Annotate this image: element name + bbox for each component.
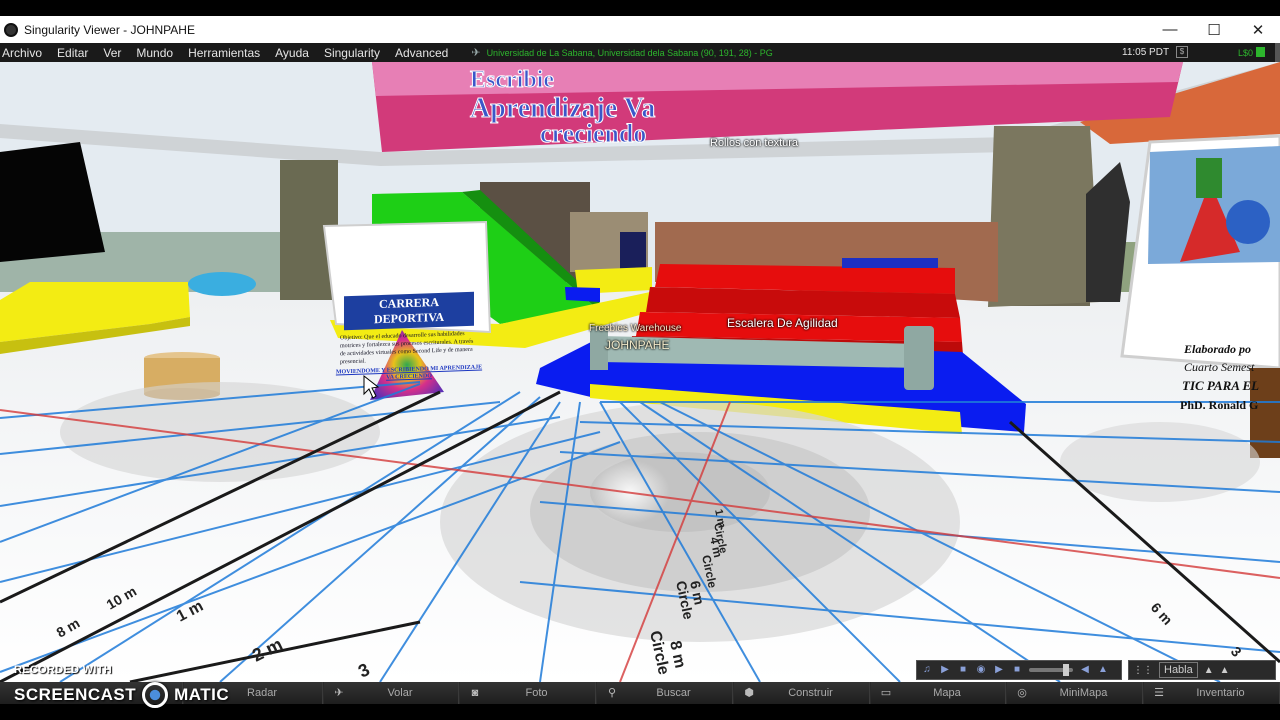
singularity-viewer-window: Singularity Viewer - JOHNPAHE — ☐ ✕ Arch… xyxy=(0,0,1280,720)
menu-singularity[interactable]: Singularity xyxy=(322,46,389,60)
menu-editar[interactable]: Editar xyxy=(55,46,97,60)
voice-controls: ⋮⋮ Habla ▲ ▲ xyxy=(1128,660,1276,680)
sign-elaborado[interactable]: Elaborado po Cuarto Semest TIC PARA EL P… xyxy=(1124,202,1280,424)
sign-right-line-2: Cuarto Semest xyxy=(1184,360,1255,374)
screencast-watermark: RECORDED WITH SCREENCAST MATIC xyxy=(14,660,229,708)
minimap-icon: ◎ xyxy=(1017,687,1027,699)
metal-roller-end xyxy=(904,326,934,390)
label-escalera-de-agilidad[interactable]: Escalera De Agilidad xyxy=(727,316,838,330)
scroll-edge xyxy=(1275,43,1280,62)
scene-drawing: Escribie Aprendizaje Va creciendo 1 m Ci… xyxy=(0,62,1280,682)
fountain xyxy=(188,272,256,296)
build-button[interactable]: ⬢ Construir xyxy=(733,682,870,704)
volume-slider-knob[interactable] xyxy=(1063,664,1069,676)
window-controls: — ☐ ✕ xyxy=(1148,16,1280,43)
play-icon[interactable]: ▶ xyxy=(939,664,951,676)
label-freebies-warehouse[interactable]: Freebies Warehouse xyxy=(589,323,681,334)
menu-bar: Archivo Editar Ver Mundo Herramientas Ay… xyxy=(0,43,1280,62)
music-icon[interactable]: ♫ xyxy=(921,664,933,676)
singularity-app-icon xyxy=(4,22,18,37)
top-letterbox xyxy=(0,0,1280,16)
sign-left-title: CARRERA DEPORTIVA xyxy=(344,291,474,331)
location-text[interactable]: Universidad de La Sabana, Universidad de… xyxy=(487,48,773,58)
expand-up-icon[interactable]: ▲ xyxy=(1097,664,1109,676)
menu-herramientas[interactable]: Herramientas xyxy=(186,46,269,60)
volume-icon[interactable]: ◀ xyxy=(1079,664,1091,676)
fly-button[interactable]: ✈ Volar xyxy=(323,682,459,704)
label-rollos-con-textura[interactable]: Rollos con textura xyxy=(710,137,798,149)
menu-ayuda[interactable]: Ayuda xyxy=(273,46,318,60)
balance[interactable]: L$0 xyxy=(1238,48,1253,58)
search-icon: ⚲ xyxy=(607,687,617,699)
minimap-button[interactable]: ◎ MiniMapa xyxy=(1006,682,1143,704)
clock: 11:05 PDT xyxy=(1122,47,1170,58)
watermark-brand: SCREENCAST MATIC xyxy=(14,682,229,708)
play-media-icon[interactable]: ▶ xyxy=(993,664,1005,676)
minimize-button[interactable]: — xyxy=(1148,16,1192,43)
map-button[interactable]: ▭ Mapa xyxy=(870,682,1006,704)
avatar-name-tag[interactable]: JOHNPAHE xyxy=(605,338,669,352)
build-icon: ⬢ xyxy=(744,687,754,699)
map-icon: ▭ xyxy=(880,687,892,699)
media-icon[interactable]: ◉ xyxy=(975,664,987,676)
sign-right-line-3: TIC PARA EL xyxy=(1182,378,1260,393)
snapshot-button[interactable]: ◙ Foto xyxy=(459,682,596,704)
banner-text-3: creciendo xyxy=(540,119,646,148)
title-bar: Singularity Viewer - JOHNPAHE — ☐ ✕ xyxy=(0,16,1280,43)
watermark-word-screencast: SCREENCAST xyxy=(14,685,137,704)
stop-icon[interactable]: ■ xyxy=(957,664,969,676)
watermark-recorded-with: RECORDED WITH xyxy=(14,664,113,676)
maximize-button[interactable]: ☐ xyxy=(1192,16,1236,43)
sign-right-line-4: PhD. Ronald G xyxy=(1180,398,1259,412)
menu-advanced[interactable]: Advanced xyxy=(393,46,457,60)
speak-up-icon[interactable]: ▲ xyxy=(1204,665,1214,676)
screencast-logo-icon xyxy=(142,682,169,708)
banner-text-1: Escribie xyxy=(470,67,554,93)
media-controls: ♫ ▶ ■ ◉ ▶ ■ ◀ ▲ xyxy=(916,660,1122,680)
fly-icon: ✈ xyxy=(334,687,344,699)
inventory-icon: ☰ xyxy=(1154,687,1164,699)
menu-archivo[interactable]: Archivo xyxy=(0,46,51,60)
volume-slider[interactable] xyxy=(1029,664,1073,676)
world-viewport[interactable]: Escribie Aprendizaje Va creciendo 1 m Ci… xyxy=(0,62,1280,682)
speak-button[interactable]: Habla xyxy=(1159,662,1198,678)
buy-currency-icon[interactable]: $ xyxy=(1176,46,1188,58)
more-icon[interactable]: ▲ xyxy=(1220,665,1230,676)
stair-top-blue xyxy=(842,258,938,268)
bandwidth-icon xyxy=(1256,47,1265,57)
gesture-icon[interactable]: ⋮⋮ xyxy=(1133,665,1153,676)
close-button[interactable]: ✕ xyxy=(1236,16,1280,43)
sign-left-body: Objetivo: Que el educado desarrolle sus … xyxy=(340,331,474,366)
camera-icon: ◙ xyxy=(471,687,479,699)
sign-carrera-deportiva[interactable]: CARRERA DEPORTIVA Objetivo: Que el educa… xyxy=(334,283,484,396)
pillar-right-face xyxy=(988,126,1100,307)
blue-box xyxy=(565,287,600,302)
search-button[interactable]: ⚲ Buscar xyxy=(596,682,733,704)
menu-ver[interactable]: Ver xyxy=(101,46,130,60)
back-building-window xyxy=(620,232,646,272)
window-title: Singularity Viewer - JOHNPAHE xyxy=(24,22,195,37)
stop-media-icon[interactable]: ■ xyxy=(1011,664,1023,676)
sign-right-logo-green xyxy=(1196,158,1222,198)
location-icon[interactable]: ✈ xyxy=(471,46,480,59)
watermark-word-matic: MATIC xyxy=(174,685,230,704)
sign-right-line-1: Elaborado po xyxy=(1184,342,1252,356)
sign-left-link[interactable]: MOVIENDOME Y ESCRIBIENDO MI APRENDIZAJE … xyxy=(334,364,484,383)
inventory-button[interactable]: ☰ Inventario xyxy=(1143,682,1280,704)
menu-mundo[interactable]: Mundo xyxy=(134,46,182,60)
